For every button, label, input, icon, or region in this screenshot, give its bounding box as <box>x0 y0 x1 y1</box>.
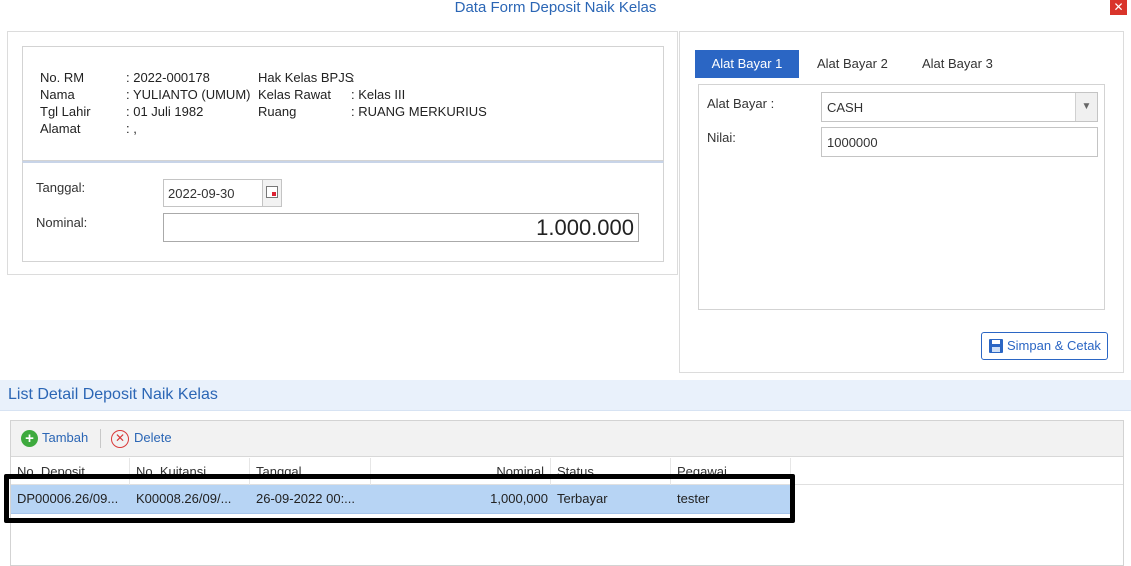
simpan-cetak-label: Simpan & Cetak <box>1007 338 1101 353</box>
column-header-tanggal[interactable]: Tanggal <box>250 458 371 485</box>
cell-no-kuitansi: K00008.26/09/... <box>136 491 232 506</box>
title-bar: Data Form Deposit Naik Kelas ✕ <box>0 0 1131 20</box>
add-icon[interactable]: + <box>21 430 38 447</box>
nominal-field[interactable]: 1.000.000 <box>163 213 639 242</box>
chevron-down-icon[interactable]: ▼ <box>1075 93 1097 121</box>
kelas-rawat-label: Kelas Rawat <box>258 87 331 102</box>
close-icon[interactable]: ✕ <box>1110 0 1127 15</box>
floppy-disk-icon <box>989 339 1003 353</box>
tgl-lahir-value: : 01 Juli 1982 <box>126 104 204 119</box>
column-header-status[interactable]: Status <box>551 458 671 485</box>
hak-kelas-label: Hak Kelas BPJS <box>258 70 354 85</box>
nominal-label: Nominal: <box>36 215 88 230</box>
deposit-form: Tanggal: 2022-09-30 Nominal: 1.000.000 <box>22 161 664 262</box>
deposit-grid: + Tambah ✕ Delete No. Deposit No. Kuitan… <box>10 420 1124 566</box>
tab-alat-bayar-1[interactable]: Alat Bayar 1 <box>695 50 799 78</box>
alamat-label: Alamat <box>40 121 81 136</box>
column-header-no-deposit[interactable]: No. Deposit <box>11 458 130 485</box>
delete-icon[interactable]: ✕ <box>111 430 129 448</box>
calendar-icon <box>266 186 278 198</box>
tgl-lahir-label: Tgl Lahir <box>40 104 91 119</box>
ruang-value: : RUANG MERKURIUS <box>351 104 487 119</box>
delete-button[interactable]: Delete <box>134 430 172 446</box>
cell-status: Terbayar <box>557 491 608 506</box>
tambah-button[interactable]: Tambah <box>42 430 88 446</box>
hak-kelas-value: : <box>351 70 355 85</box>
nilai-value: 1000000 <box>827 135 878 150</box>
cell-nominal: 1,000,000 <box>490 491 548 506</box>
nama-value: : YULIANTO (UMUM) <box>126 87 251 102</box>
alamat-value: : , <box>126 121 137 136</box>
list-title: List Detail Deposit Naik Kelas <box>8 386 218 403</box>
patient-panel: No. RM : 2022-000178 Nama : YULIANTO (UM… <box>7 31 678 275</box>
cell-pegawai: tester <box>677 491 710 506</box>
nilai-label: Nilai: <box>707 130 736 145</box>
nilai-field[interactable]: 1000000 <box>821 127 1098 157</box>
tanggal-date-field[interactable]: 2022-09-30 <box>163 179 282 207</box>
payment-panel: Alat Bayar 1 Alat Bayar 2 Alat Bayar 3 A… <box>679 31 1124 373</box>
alat-bayar-select[interactable]: CASH ▼ <box>821 92 1098 122</box>
ruang-label: Ruang <box>258 104 297 119</box>
tab-alat-bayar-2[interactable]: Alat Bayar 2 <box>817 50 888 78</box>
column-header-pegawai[interactable]: Pegawai <box>671 458 791 485</box>
kelas-rawat-value: : Kelas III <box>351 87 406 102</box>
no-rm-value: : 2022-000178 <box>126 70 210 85</box>
no-rm-label: No. RM <box>40 70 85 85</box>
payment-box: Alat Bayar : CASH ▼ Nilai: 1000000 <box>698 84 1105 310</box>
alat-bayar-label: Alat Bayar : <box>707 96 775 111</box>
column-header-no-kuitansi[interactable]: No. Kuitansi <box>130 458 250 485</box>
grid-toolbar: + Tambah ✕ Delete <box>11 421 1123 457</box>
cell-no-deposit: DP00006.26/09... <box>17 491 119 506</box>
nama-label: Nama <box>40 87 75 102</box>
tab-alat-bayar-3[interactable]: Alat Bayar 3 <box>922 50 993 78</box>
simpan-cetak-button[interactable]: Simpan & Cetak <box>981 332 1108 360</box>
cell-tanggal: 26-09-2022 00:... <box>256 491 356 506</box>
toolbar-divider <box>100 429 101 448</box>
tanggal-value: 2022-09-30 <box>168 186 235 201</box>
alat-bayar-value: CASH <box>827 100 864 115</box>
table-row[interactable]: DP00006.26/09... K00008.26/09/... 26-09-… <box>11 485 790 514</box>
tanggal-label: Tanggal: <box>36 180 86 195</box>
column-header-nominal[interactable]: Nominal <box>371 458 551 485</box>
window-title: Data Form Deposit Naik Kelas <box>454 0 657 16</box>
patient-info-box: No. RM : 2022-000178 Nama : YULIANTO (UM… <box>22 46 664 161</box>
list-header: List Detail Deposit Naik Kelas <box>0 380 1131 411</box>
calendar-button[interactable] <box>262 180 281 206</box>
grid-header: No. Deposit No. Kuitansi Tanggal Nominal… <box>11 458 1123 485</box>
